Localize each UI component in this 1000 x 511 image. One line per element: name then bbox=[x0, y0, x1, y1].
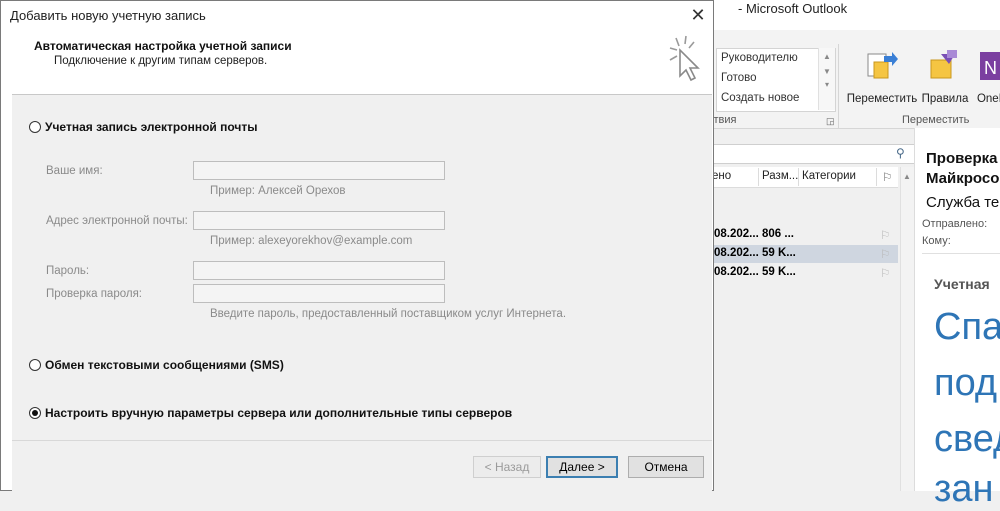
reading-body-heading: Учетная bbox=[934, 276, 990, 292]
reading-subject-line2: Майкросо bbox=[926, 170, 1000, 187]
quick-step-manager[interactable]: Руководителю bbox=[721, 52, 798, 64]
reading-sender: Служба те bbox=[926, 194, 1000, 211]
chevron-down-icon[interactable]: ▼ bbox=[819, 67, 835, 76]
dialog-launcher-icon[interactable]: ◲ bbox=[826, 116, 835, 127]
back-button[interactable]: < Назад bbox=[473, 456, 541, 478]
move-folder-icon bbox=[867, 52, 898, 79]
quick-steps-scroll[interactable]: ▲ ▼ ▾ bbox=[818, 48, 835, 110]
password-field-label: Пароль: bbox=[46, 265, 90, 277]
quick-step-create-new[interactable]: Создать новое bbox=[721, 92, 799, 104]
message-list-scrollbar[interactable] bbox=[900, 167, 915, 491]
wizard-cursor-icon bbox=[669, 35, 700, 82]
column-separator bbox=[758, 168, 759, 186]
cancel-button[interactable]: Отмена bbox=[628, 456, 704, 478]
column-size[interactable]: Разм... bbox=[762, 170, 798, 182]
table-row[interactable]: 08.202... 59 K... ⚐ bbox=[700, 264, 898, 282]
search-icon[interactable]: ⚲ bbox=[896, 146, 905, 160]
row-size: 806 ... bbox=[762, 228, 794, 240]
name-field[interactable] bbox=[193, 161, 445, 180]
reading-subject-line1: Проверка bbox=[926, 150, 998, 167]
quick-step-done[interactable]: Готово bbox=[721, 72, 757, 84]
name-field-label: Ваше имя: bbox=[46, 165, 103, 177]
flag-column-icon[interactable]: ⚐ bbox=[882, 170, 892, 184]
email-field-hint: Пример: alexeyorekhov@example.com bbox=[210, 235, 413, 247]
row-date: 08.202... bbox=[714, 266, 759, 278]
email-field[interactable] bbox=[193, 211, 445, 230]
column-categories[interactable]: Категории bbox=[802, 170, 856, 182]
reading-body-line: Спа bbox=[934, 306, 1000, 348]
row-date: 08.202... bbox=[714, 247, 759, 259]
password-field[interactable] bbox=[193, 261, 445, 280]
dialog-header-title: Автоматическая настройка учетной записи bbox=[34, 39, 292, 53]
reading-sent-label: Отправлено: bbox=[922, 218, 988, 230]
name-field-hint: Пример: Алексей Орехов bbox=[210, 185, 346, 197]
table-row[interactable]: 08.202... 806 ... ⚐ bbox=[700, 226, 898, 244]
move-group-label: Переместить bbox=[902, 114, 970, 126]
reading-body-line: зан bbox=[934, 468, 994, 510]
flag-icon[interactable]: ⚐ bbox=[880, 247, 890, 261]
radio-manual-setup[interactable] bbox=[29, 407, 41, 419]
radio-sms[interactable] bbox=[29, 359, 41, 371]
radio-sms-label[interactable]: Обмен текстовыми сообщениями (SMS) bbox=[45, 358, 284, 372]
column-separator bbox=[876, 168, 877, 186]
mail-search-input[interactable] bbox=[700, 144, 916, 164]
ribbon-separator bbox=[838, 44, 839, 128]
move-button[interactable]: Переместить bbox=[846, 44, 918, 124]
close-icon[interactable]: ✕ bbox=[684, 2, 712, 28]
password-confirm-label: Проверка пароля: bbox=[46, 288, 142, 300]
flag-icon[interactable]: ⚐ bbox=[880, 228, 890, 242]
column-received[interactable]: ено bbox=[712, 170, 731, 182]
scroll-up-icon[interactable]: ▲ bbox=[903, 172, 911, 181]
move-button-label: Переместить bbox=[846, 93, 918, 105]
onenote-icon: N bbox=[980, 52, 1000, 80]
onenote-button[interactable]: N OneN bbox=[972, 44, 1000, 124]
chevron-up-icon[interactable]: ▲ bbox=[819, 52, 835, 61]
radio-email-account[interactable] bbox=[29, 121, 41, 133]
column-separator bbox=[798, 168, 799, 186]
radio-email-label[interactable]: Учетная запись электронной почты bbox=[45, 120, 258, 134]
reading-to-label: Кому: bbox=[922, 235, 951, 247]
outlook-window-title: - Microsoft Outlook bbox=[738, 1, 848, 16]
reading-body-line: свед bbox=[934, 418, 1000, 460]
row-size: 59 K... bbox=[762, 266, 796, 278]
password-confirm-field[interactable] bbox=[193, 284, 445, 303]
row-date: 08.202... bbox=[714, 228, 759, 240]
radio-manual-label[interactable]: Настроить вручную параметры сервера или … bbox=[45, 406, 512, 420]
onenote-button-label: OneN bbox=[976, 93, 1000, 105]
rules-button-label: Правила bbox=[921, 93, 969, 105]
dialog-title: Добавить новую учетную запись bbox=[10, 8, 206, 23]
svg-text:N: N bbox=[984, 58, 997, 78]
row-size: 59 K... bbox=[762, 247, 796, 259]
more-icon[interactable]: ▾ bbox=[819, 80, 835, 89]
email-field-label: Адрес электронной почты: bbox=[46, 215, 188, 227]
table-row[interactable]: 08.202... 59 K... ⚐ bbox=[700, 245, 898, 263]
next-button[interactable]: Далее > bbox=[546, 456, 618, 478]
flag-icon[interactable]: ⚐ bbox=[880, 266, 890, 280]
rules-icon bbox=[930, 50, 957, 79]
reading-divider bbox=[922, 253, 1000, 254]
password-hint: Введите пароль, предоставленный поставщи… bbox=[210, 308, 567, 320]
rules-button[interactable]: Правила bbox=[920, 44, 970, 124]
dialog-header-subtitle: Подключение к другим типам серверов. bbox=[54, 55, 268, 67]
reading-body-line: под bbox=[934, 362, 998, 404]
